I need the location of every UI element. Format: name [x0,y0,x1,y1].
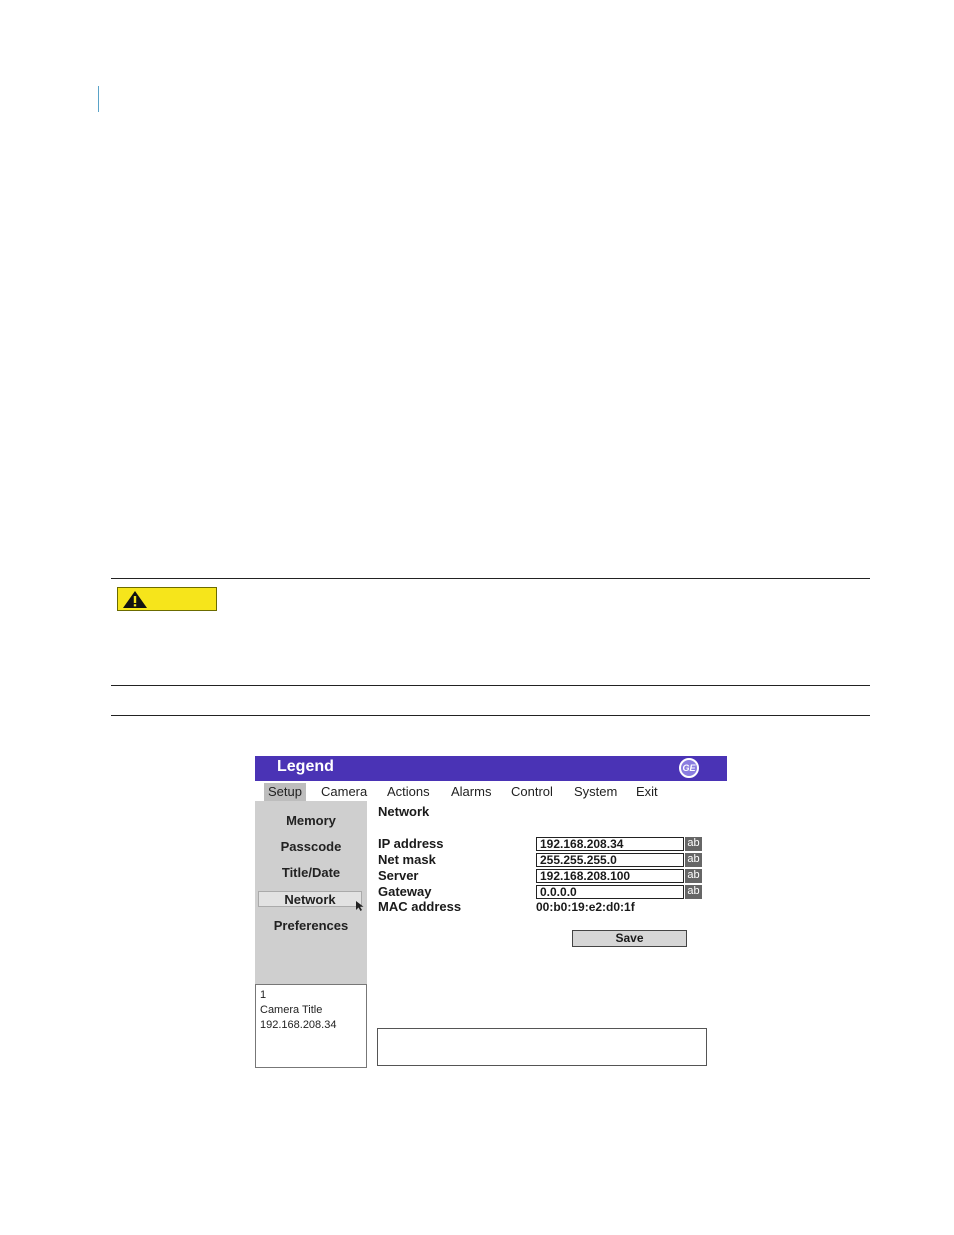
camera-title: Camera Title [260,1004,323,1016]
camera-info-panel: 1 Camera Title 192.168.208.34 [255,984,367,1068]
server-keyboard-button[interactable]: ab [685,869,702,883]
menu-bar: Setup Camera Actions Alarms Control Syst… [255,781,727,801]
save-button[interactable]: Save [572,930,687,947]
server-input[interactable]: 192.168.208.100 [536,869,684,883]
camera-ip: 192.168.208.34 [260,1019,337,1031]
menu-camera[interactable]: Camera [321,784,367,799]
gateway-label: Gateway [378,884,432,899]
sidebar-item-memory[interactable]: Memory [255,813,367,828]
sidebar-item-title-date[interactable]: Title/Date [255,865,367,880]
menu-actions[interactable]: Actions [387,784,430,799]
figure-top-rule [111,715,870,716]
mac-address-label: MAC address [378,899,462,914]
mouse-pointer-icon [356,901,364,911]
net-mask-label: Net mask [378,852,436,867]
ip-address-keyboard-button[interactable]: ab [685,837,702,851]
menu-alarms[interactable]: Alarms [451,784,491,799]
camera-number: 1 [260,989,267,1001]
sidebar-item-preferences[interactable]: Preferences [255,918,367,933]
margin-marker [98,86,99,112]
ip-address-label: IP address [378,836,444,851]
ge-logo-icon: GE [679,758,699,778]
title-bar: Legend GE [255,756,727,781]
gateway-input[interactable]: 0.0.0.0 [536,885,684,899]
sidebar-item-passcode[interactable]: Passcode [255,839,367,854]
caution-badge [117,587,217,611]
app-title: Legend [277,758,334,775]
menu-setup[interactable]: Setup [264,783,306,801]
menu-exit[interactable]: Exit [636,784,658,799]
mac-address-value: 00:b0:19:e2:d0:1f [536,900,635,914]
server-label: Server [378,868,419,883]
setup-sidebar: Memory Passcode Title/Date Network Prefe… [255,801,367,984]
sidebar-item-network[interactable]: Network [258,891,362,907]
ip-address-input[interactable]: 192.168.208.34 [536,837,684,851]
legend-app-screenshot: Legend GE Setup Camera Actions Alarms Co… [255,756,727,1068]
gateway-keyboard-button[interactable]: ab [685,885,702,899]
caution-top-rule [111,578,870,579]
net-mask-input[interactable]: 255.255.255.0 [536,853,684,867]
caution-bottom-rule [111,685,870,686]
status-message-box [377,1028,707,1066]
net-mask-keyboard-button[interactable]: ab [685,853,702,867]
warning-triangle-icon [123,591,147,608]
network-panel-title: Network [378,804,430,819]
menu-control[interactable]: Control [511,784,553,799]
menu-system[interactable]: System [574,784,617,799]
